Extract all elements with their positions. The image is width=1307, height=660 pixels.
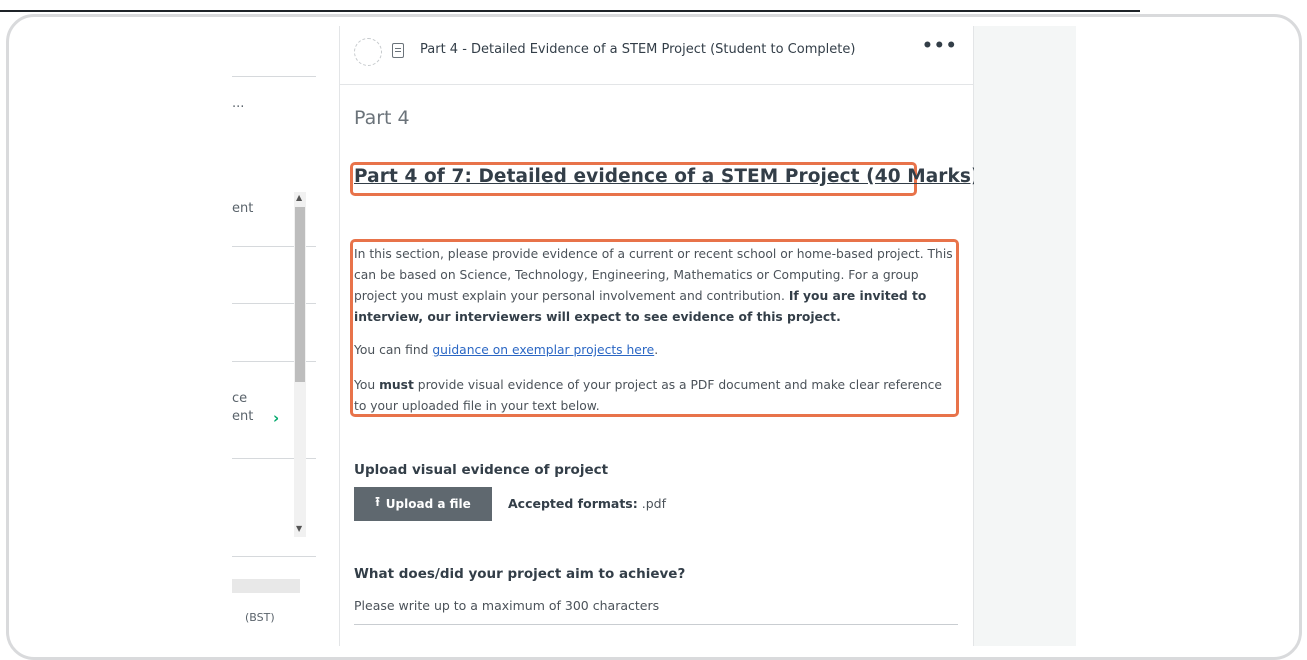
main-content: Part 4 - Detailed Evidence of a STEM Pro… [339,26,980,646]
requirement-paragraph: You must provide visual evidence of your… [354,375,957,417]
top-divider [0,10,1140,12]
guidance-link[interactable]: guidance on exemplar projects here [432,343,654,357]
screenshot-frame: ... ent ce ent › (BST) ▲ ▼ Part 4 - Deta… [6,14,1302,660]
sidebar-divider [232,76,316,77]
scroll-up-icon[interactable]: ▲ [296,193,302,202]
timezone-label: (BST) [245,611,275,624]
formats-value: .pdf [637,496,666,511]
question-label: What does/did your project aim to achiev… [354,566,686,582]
sidebar-item[interactable]: ent [232,201,253,216]
sidebar-item-label: ... [232,96,245,111]
document-icon [392,43,404,58]
requirement-suffix: provide visual evidence of your project … [354,378,942,413]
requirement-text: You [354,378,380,392]
page-heading: Part 4 of 7: Detailed evidence of a STEM… [354,166,980,187]
accepted-formats: Accepted formats: .pdf [508,496,666,511]
intro-paragraph: In this section, please provide evidence… [354,244,957,328]
scrollbar-thumb[interactable] [295,207,305,382]
sidebar-item[interactable]: ce [232,391,247,406]
upload-icon: ⭱ [375,495,380,510]
status-circle-icon[interactable] [354,38,382,66]
chevron-right-icon[interactable]: › [273,409,279,427]
upload-button-label: Upload a file [385,497,471,511]
guidance-paragraph: You can find guidance on exemplar projec… [354,340,957,361]
more-options-icon[interactable]: ••• [922,36,958,56]
guidance-text: You can find [354,343,433,357]
requirement-bold-text: must [379,378,414,392]
sidebar-item[interactable]: ent [232,409,253,424]
part-label: Part 4 [354,107,410,129]
section-title: Part 4 - Detailed Evidence of a STEM Pro… [420,42,856,57]
formats-label: Accepted formats: [508,496,638,511]
upload-label: Upload visual evidence of project [354,462,609,478]
right-panel [974,26,1076,646]
sidebar-divider [232,556,316,557]
sidebar-placeholder-bar [232,579,300,593]
question-hint: Please write up to a maximum of 300 char… [354,598,660,613]
scroll-down-icon[interactable]: ▼ [296,524,302,533]
section-header[interactable]: Part 4 - Detailed Evidence of a STEM Pro… [340,26,973,85]
guidance-suffix: . [654,343,659,357]
upload-file-button[interactable]: ⭱ Upload a file [354,487,492,521]
answer-textarea[interactable] [354,624,958,625]
